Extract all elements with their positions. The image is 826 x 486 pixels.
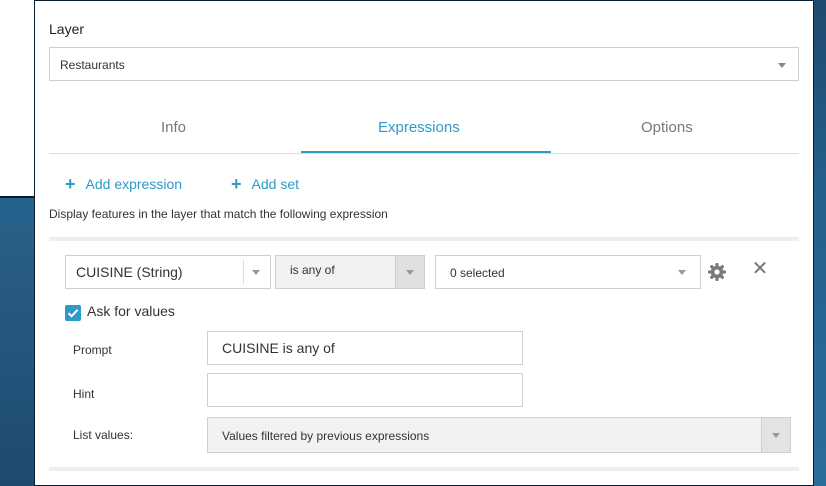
add-set-button[interactable]: + Add set	[231, 173, 299, 194]
close-icon[interactable]: ✕	[751, 259, 769, 279]
tab-bar: Info Expressions Options	[49, 109, 799, 154]
check-icon	[67, 309, 79, 318]
gear-icon[interactable]	[707, 262, 727, 282]
plus-icon: +	[231, 174, 242, 194]
value-select[interactable]: 0 selected	[435, 255, 701, 289]
chevron-down-icon	[778, 63, 786, 68]
ask-for-values-checkbox[interactable]	[65, 305, 81, 321]
divider	[49, 467, 799, 471]
operator-select-value: is any of	[290, 263, 335, 277]
chevron-down-icon	[252, 270, 260, 275]
hint-label: Hint	[73, 387, 95, 401]
tab-options[interactable]: Options	[641, 119, 693, 136]
add-expression-label: Add expression	[85, 176, 183, 192]
field-select-value: CUISINE (String)	[76, 264, 183, 280]
divider	[49, 237, 799, 241]
hint-input[interactable]	[207, 373, 523, 407]
operator-select[interactable]: is any of	[275, 255, 425, 289]
plus-icon: +	[65, 174, 76, 194]
list-values-select[interactable]: Values filtered by previous expressions	[207, 417, 791, 453]
filter-panel: Layer Restaurants Info Expressions Optio…	[34, 0, 814, 486]
prompt-input[interactable]: CUISINE is any of	[207, 331, 523, 365]
layer-select[interactable]: Restaurants	[49, 47, 799, 81]
value-select-value: 0 selected	[450, 266, 505, 280]
background-strip	[0, 226, 36, 486]
layer-select-value: Restaurants	[60, 58, 125, 72]
active-tab-indicator	[301, 151, 551, 153]
list-values-dropdown-button[interactable]	[761, 418, 790, 452]
expression-description: Display features in the layer that match…	[49, 207, 388, 221]
add-expression-button[interactable]: + Add expression	[65, 173, 182, 194]
prompt-label: Prompt	[73, 343, 112, 357]
layer-label: Layer	[49, 21, 85, 37]
select-divider	[243, 260, 244, 284]
field-select[interactable]: CUISINE (String)	[65, 255, 271, 289]
tab-info[interactable]: Info	[161, 119, 186, 136]
chevron-down-icon	[406, 270, 414, 275]
add-set-label: Add set	[251, 176, 299, 192]
chevron-down-icon	[678, 270, 686, 275]
tab-expressions[interactable]: Expressions	[378, 119, 460, 136]
ask-for-values-label: Ask for values	[87, 303, 175, 319]
list-values-select-value: Values filtered by previous expressions	[222, 429, 430, 443]
prompt-input-value: CUISINE is any of	[222, 340, 335, 356]
operator-dropdown-button[interactable]	[395, 256, 424, 288]
list-values-label: List values:	[73, 428, 134, 442]
chevron-down-icon	[772, 433, 780, 438]
